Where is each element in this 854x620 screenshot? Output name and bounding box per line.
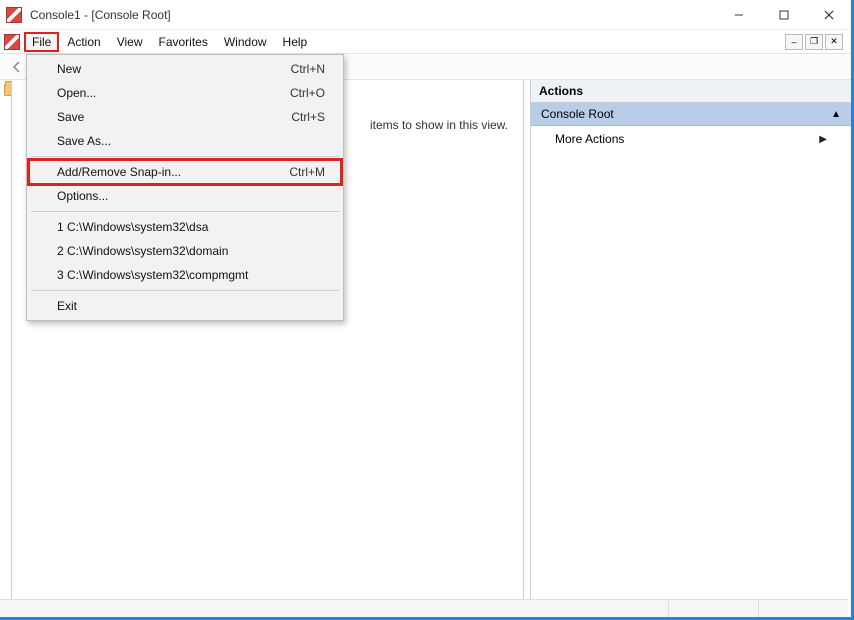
- menu-recent-2-label: 2 C:\Windows\system32\domain: [57, 244, 228, 258]
- more-actions-label: More Actions: [555, 132, 624, 146]
- statusbar-cell-main: [0, 600, 668, 617]
- menu-new-shortcut: Ctrl+N: [291, 62, 331, 76]
- empty-message: items to show in this view.: [370, 118, 508, 132]
- window-title: Console1 - [Console Root]: [30, 8, 716, 22]
- actions-section-label: Console Root: [541, 107, 614, 121]
- menu-window[interactable]: Window: [216, 32, 275, 52]
- menu-add-remove-snapin[interactable]: Add/Remove Snap-in... Ctrl+M: [29, 160, 341, 184]
- menu-save-as-label: Save As...: [57, 134, 111, 148]
- menu-exit[interactable]: Exit: [29, 294, 341, 318]
- menu-exit-label: Exit: [57, 299, 77, 313]
- menu-view[interactable]: View: [109, 32, 151, 52]
- app-icon: [6, 7, 22, 23]
- menu-options-label: Options...: [57, 189, 108, 203]
- menu-add-remove-shortcut: Ctrl+M: [289, 165, 331, 179]
- mdi-minimize-button[interactable]: –: [785, 34, 803, 50]
- menu-save[interactable]: Save Ctrl+S: [29, 105, 341, 129]
- menu-open-label: Open...: [57, 86, 96, 100]
- menu-help[interactable]: Help: [275, 32, 316, 52]
- menu-separator: [31, 211, 339, 212]
- menu-save-shortcut: Ctrl+S: [291, 110, 331, 124]
- menubar: File Action View Favorites Window Help –…: [0, 30, 851, 54]
- file-menu-dropdown: New Ctrl+N Open... Ctrl+O Save Ctrl+S Sa…: [26, 54, 344, 321]
- menu-recent-2[interactable]: 2 C:\Windows\system32\domain: [29, 239, 341, 263]
- actions-more-actions[interactable]: More Actions ▶: [531, 126, 851, 152]
- submenu-caret-icon: ▶: [819, 134, 827, 145]
- menu-open-shortcut: Ctrl+O: [290, 86, 331, 100]
- menu-open[interactable]: Open... Ctrl+O: [29, 81, 341, 105]
- minimize-button[interactable]: [716, 0, 761, 30]
- menu-recent-1-label: 1 C:\Windows\system32\dsa: [57, 220, 208, 234]
- actions-header: Actions: [531, 80, 851, 103]
- menu-separator: [31, 290, 339, 291]
- menu-new-label: New: [57, 62, 81, 76]
- titlebar: Console1 - [Console Root]: [0, 0, 851, 30]
- statusbar: [0, 599, 848, 617]
- menu-file[interactable]: File: [24, 32, 59, 52]
- menu-new[interactable]: New Ctrl+N: [29, 57, 341, 81]
- menu-action[interactable]: Action: [59, 32, 108, 52]
- actions-pane: Actions Console Root ▲ More Actions ▶: [531, 80, 851, 599]
- statusbar-cell-3: [758, 600, 848, 617]
- window-controls: [716, 0, 851, 30]
- actions-section-console-root[interactable]: Console Root ▲: [531, 103, 851, 126]
- close-button[interactable]: [806, 0, 851, 30]
- menu-recent-3-label: 3 C:\Windows\system32\compmgmt: [57, 268, 248, 282]
- back-button[interactable]: [6, 56, 28, 78]
- menubar-app-icon: [4, 34, 20, 50]
- statusbar-cell-2: [668, 600, 758, 617]
- mdi-controls: – ❐ ✕: [785, 34, 847, 50]
- menu-favorites[interactable]: Favorites: [151, 32, 216, 52]
- menu-save-label: Save: [57, 110, 84, 124]
- menu-recent-1[interactable]: 1 C:\Windows\system32\dsa: [29, 215, 341, 239]
- collapse-caret-icon: ▲: [831, 109, 841, 120]
- mdi-close-button[interactable]: ✕: [825, 34, 843, 50]
- menu-add-remove-label: Add/Remove Snap-in...: [57, 165, 181, 179]
- tree-pane: [0, 80, 12, 599]
- menu-save-as[interactable]: Save As...: [29, 129, 341, 153]
- menu-separator: [31, 156, 339, 157]
- menu-recent-3[interactable]: 3 C:\Windows\system32\compmgmt: [29, 263, 341, 287]
- menu-options[interactable]: Options...: [29, 184, 341, 208]
- mdi-restore-button[interactable]: ❐: [805, 34, 823, 50]
- folder-icon[interactable]: [4, 84, 12, 96]
- maximize-button[interactable]: [761, 0, 806, 30]
